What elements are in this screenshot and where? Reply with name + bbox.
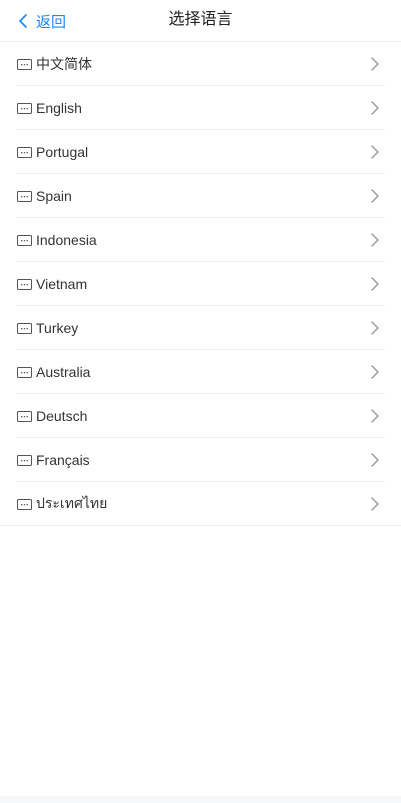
chevron-right-icon [371, 409, 379, 423]
nav-bar: 返回 选择语言 [0, 0, 401, 42]
chevron-right-icon [371, 453, 379, 467]
language-item-francais[interactable]: Français [0, 438, 401, 482]
language-label: 中文简体 [36, 56, 92, 72]
language-item-english[interactable]: English [0, 86, 401, 130]
language-label: Vietnam [36, 276, 88, 292]
chevron-right-icon [371, 145, 379, 159]
language-item-turkey[interactable]: Turkey [0, 306, 401, 350]
language-label: Français [36, 452, 90, 468]
language-item-zh-cn[interactable]: 中文简体 [0, 42, 401, 86]
language-item-portugal[interactable]: Portugal [0, 130, 401, 174]
chevron-left-icon [19, 14, 27, 28]
keyboard-icon [17, 102, 32, 114]
language-label: Spain [36, 188, 72, 204]
language-label: Portugal [36, 144, 89, 160]
language-item-indonesia[interactable]: Indonesia [0, 218, 401, 262]
language-label: Deutsch [36, 408, 88, 424]
keyboard-icon [17, 278, 32, 290]
back-label: 返回 [36, 13, 67, 31]
keyboard-icon [17, 58, 32, 70]
chevron-right-icon [371, 189, 379, 203]
keyboard-icon [17, 190, 32, 202]
language-item-deutsch[interactable]: Deutsch [0, 394, 401, 438]
language-label: Australia [36, 364, 91, 380]
keyboard-icon [17, 498, 32, 510]
language-item-australia[interactable]: Australia [0, 350, 401, 394]
keyboard-icon [17, 366, 32, 378]
chevron-right-icon [371, 101, 379, 115]
chevron-right-icon [371, 321, 379, 335]
language-label: English [36, 100, 82, 116]
language-label: ประเทศไทย [36, 495, 108, 511]
chevron-right-icon [371, 277, 379, 291]
keyboard-icon [17, 146, 32, 158]
language-select-page: 返回 选择语言 中文简体 English Portugal Spain Indo… [0, 0, 401, 803]
keyboard-icon [17, 234, 32, 246]
language-item-vietnam[interactable]: Vietnam [0, 262, 401, 306]
chevron-right-icon [371, 497, 379, 511]
language-label: Turkey [36, 320, 79, 336]
language-item-thai[interactable]: ประเทศไทย [0, 482, 401, 526]
language-label: Indonesia [36, 232, 97, 248]
keyboard-icon [17, 410, 32, 422]
keyboard-icon [17, 322, 32, 334]
chevron-right-icon [371, 57, 379, 71]
back-button[interactable]: 返回 [18, 0, 66, 42]
language-item-spain[interactable]: Spain [0, 174, 401, 218]
chevron-right-icon [371, 233, 379, 247]
bottom-safe-area [0, 796, 401, 803]
keyboard-icon [17, 454, 32, 466]
language-list: 中文简体 English Portugal Spain Indonesia Vi… [0, 42, 401, 526]
chevron-right-icon [371, 365, 379, 379]
